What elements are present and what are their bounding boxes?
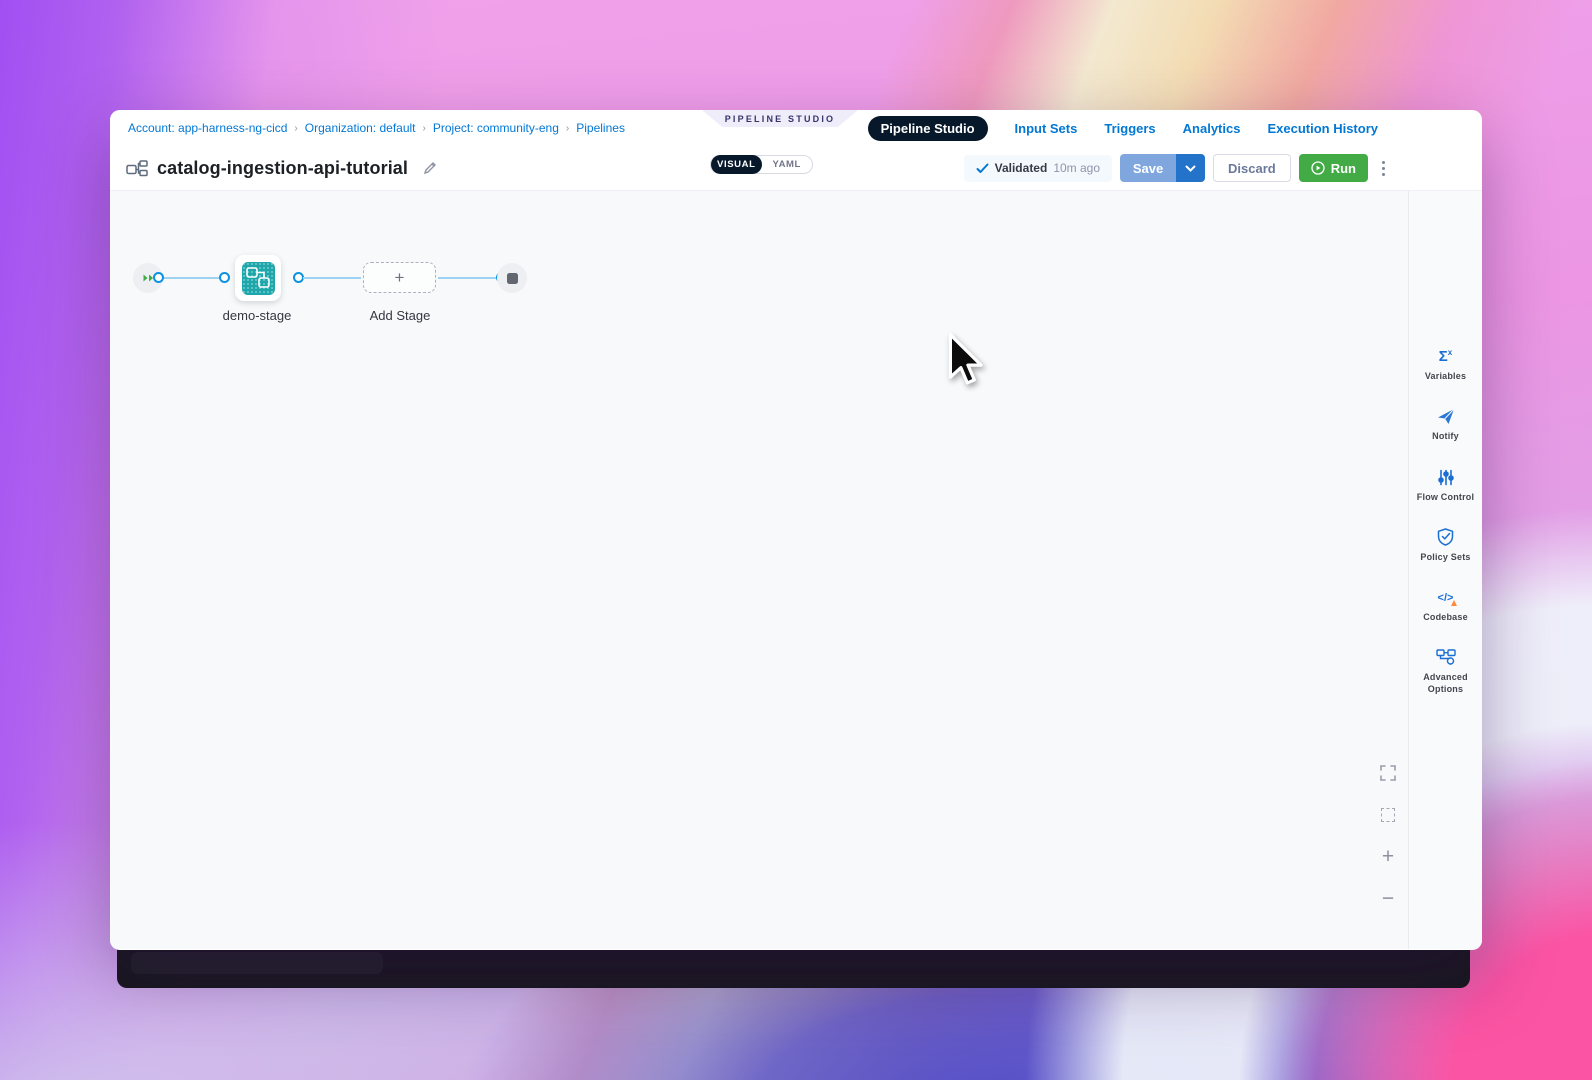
connector-port [219,272,230,283]
right-sidebar: Σx Variables Notify Flow Control [1408,191,1482,949]
start-icon [143,274,154,282]
more-options-kebab-icon[interactable] [1376,157,1390,180]
nav-tabs: Pipeline Studio Input Sets Triggers Anal… [868,110,1378,146]
pipeline-toolbar: Validated 10m ago Save Discard Run [964,154,1390,182]
check-icon [976,163,989,174]
play-icon [1311,161,1325,175]
toggle-visual[interactable]: VISUAL [711,155,762,174]
sigma-icon: Σx [1439,347,1452,366]
breadcrumb-separator: › [423,123,426,134]
fit-to-screen-icon[interactable] [1378,805,1398,825]
toggle-yaml[interactable]: YAML [762,155,813,174]
sidebar-item-flow-control[interactable]: Flow Control [1417,468,1475,503]
sidebar-item-policy-sets[interactable]: Policy Sets [1417,528,1475,563]
visual-yaml-toggle: VISUAL YAML [710,155,813,174]
discard-button[interactable]: Discard [1213,154,1291,182]
top-header: Account: app-harness-ng-cicd › Organizat… [110,110,1482,146]
stage-label: demo-stage [197,308,317,323]
breadcrumb-pipelines[interactable]: Pipelines [576,121,625,135]
breadcrumb-separator: › [294,123,297,134]
save-button[interactable]: Save [1120,154,1176,182]
pipeline-title-group: catalog-ingestion-api-tutorial [126,158,437,179]
canvas-zoom-controls: + − [1378,763,1398,909]
fullscreen-icon[interactable] [1378,763,1398,783]
advanced-options-icon [1436,648,1456,667]
policy-sets-shield-icon [1437,528,1454,547]
add-stage-button[interactable]: + [363,262,436,293]
save-dropdown-button[interactable] [1176,154,1205,182]
pipeline-studio-badge: PIPELINE STUDIO [702,110,858,127]
zoom-out-button[interactable]: − [1378,889,1398,909]
edge-add-to-end [438,277,496,279]
mouse-cursor [946,333,984,394]
tab-pipeline-studio[interactable]: Pipeline Studio [868,116,988,141]
stop-icon [507,273,518,284]
sidebar-item-notify[interactable]: Notify [1417,407,1475,442]
chevron-down-icon [1185,165,1196,172]
edge-start-to-stage [162,277,222,279]
sidebar-item-codebase[interactable]: </> Codebase [1417,588,1475,623]
tab-triggers[interactable]: Triggers [1104,121,1155,136]
pipeline-end-node [497,263,527,293]
notify-icon [1437,407,1455,426]
title-toolbar: catalog-ingestion-api-tutorial VISUAL YA… [110,146,1482,191]
sidebar-item-variables[interactable]: Σx Variables [1417,347,1475,382]
flow-control-icon [1438,468,1454,487]
edit-pencil-icon[interactable] [423,161,437,175]
save-split-button: Save [1120,154,1205,182]
plus-icon: + [395,268,405,288]
page-title: catalog-ingestion-api-tutorial [157,158,408,179]
tab-input-sets[interactable]: Input Sets [1015,121,1078,136]
validated-time: 10m ago [1053,161,1100,175]
validated-badge: Validated 10m ago [964,155,1112,182]
run-label: Run [1331,161,1356,176]
breadcrumb: Account: app-harness-ng-cicd › Organizat… [128,121,625,135]
tab-execution-history[interactable]: Execution History [1267,121,1378,136]
zoom-in-button[interactable]: + [1378,847,1398,867]
tab-analytics[interactable]: Analytics [1183,121,1241,136]
breadcrumb-account[interactable]: Account: app-harness-ng-cicd [128,121,287,135]
breadcrumb-project[interactable]: Project: community-eng [433,121,559,135]
run-button[interactable]: Run [1299,154,1368,182]
pipeline-canvas[interactable]: + demo-stage Add Stage + − [110,191,1482,949]
background-terminal-tab [131,952,383,974]
breadcrumb-organization[interactable]: Organization: default [305,121,416,135]
sidebar-item-advanced-options[interactable]: Advanced Options [1417,648,1475,695]
edge-stage-to-add [303,277,361,279]
add-stage-label: Add Stage [340,308,460,323]
codebase-icon: </> [1438,588,1454,607]
connector-port [153,272,164,283]
pipeline-icon [126,160,148,177]
breadcrumb-separator: › [566,123,569,134]
stage-node-demo-stage[interactable] [235,255,281,301]
custom-stage-icon [242,262,275,295]
pipeline-studio-window: Account: app-harness-ng-cicd › Organizat… [110,110,1482,950]
validated-label: Validated [995,161,1048,175]
